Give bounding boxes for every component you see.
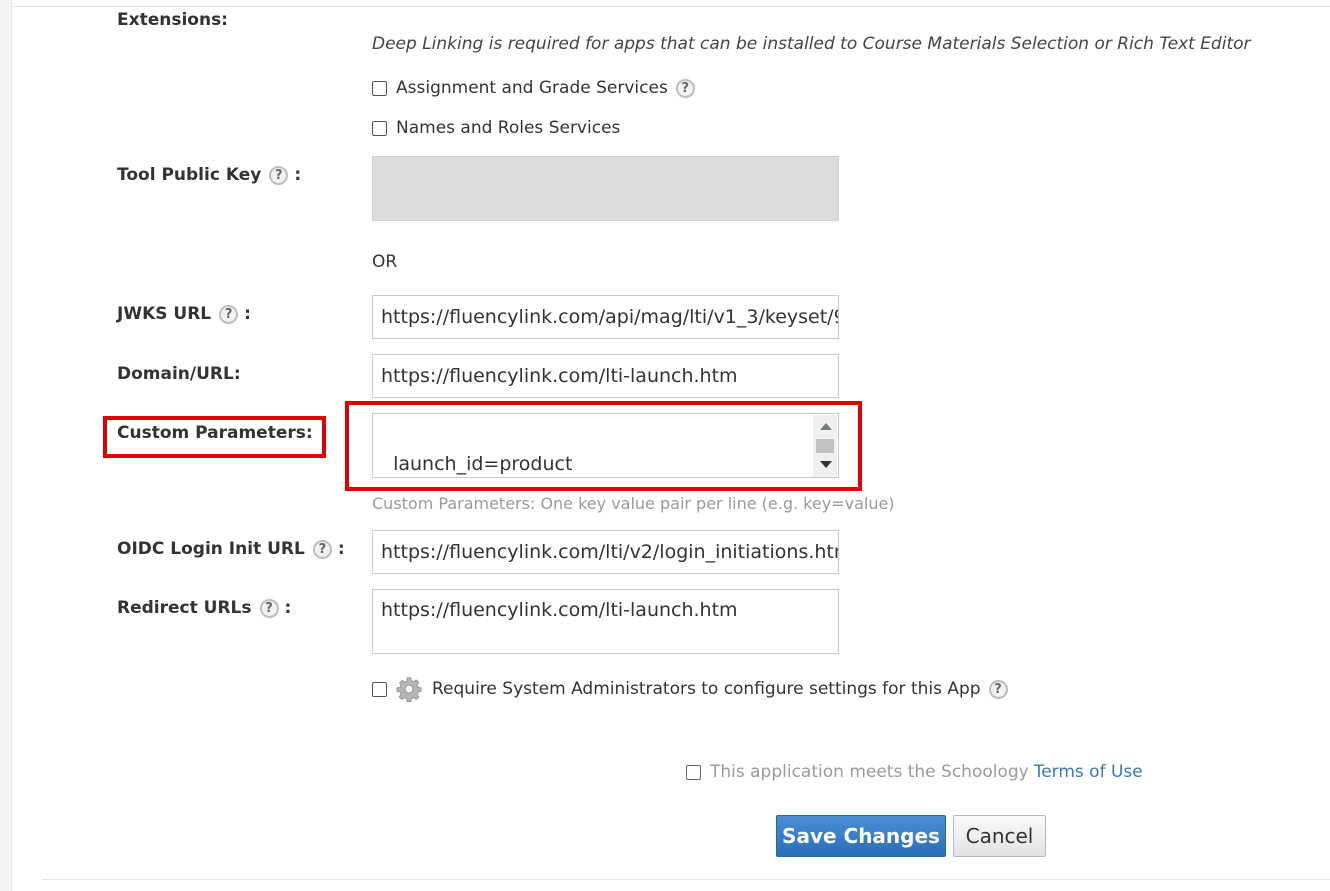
help-icon[interactable]: ? [269, 165, 289, 185]
assignment-grade-services-checkbox[interactable] [372, 80, 387, 96]
names-roles-services-row: Names and Roles Services [372, 118, 620, 138]
custom-parameters-hint: Custom Parameters: One key value pair pe… [372, 494, 895, 513]
domain-url-input[interactable]: https://fluencylink.com/lti-launch.htm [372, 354, 839, 398]
or-separator: OR [372, 252, 398, 272]
require-admin-row: Require System Administrators to configu… [372, 676, 1008, 702]
scroll-down-arrow-icon[interactable] [820, 461, 832, 468]
tool-public-key-label: Tool Public Key ? : [117, 165, 302, 185]
terms-checkbox[interactable] [686, 764, 701, 780]
terms-text: This application meets the Schoology [710, 762, 1029, 782]
require-admin-label: Require System Administrators to configu… [432, 679, 981, 699]
names-roles-services-checkbox[interactable] [372, 120, 387, 136]
oidc-login-init-url-label: OIDC Login Init URL ? : [117, 539, 345, 559]
scroll-up-arrow-icon[interactable] [820, 423, 832, 430]
deep-linking-note: Deep Linking is required for apps that c… [372, 34, 1251, 54]
assignment-grade-services-label: Assignment and Grade Services [396, 78, 668, 98]
assignment-grade-services-row: Assignment and Grade Services ? [372, 78, 695, 98]
help-icon[interactable]: ? [259, 598, 279, 618]
redirect-urls-label: Redirect URLs ? : [117, 598, 292, 618]
help-icon[interactable]: ? [219, 304, 239, 324]
bottom-divider [42, 879, 1330, 880]
top-divider [11, 6, 1330, 7]
help-icon[interactable]: ? [675, 78, 695, 98]
domain-url-label: Domain/URL: [117, 364, 241, 384]
custom-parameters-label: Custom Parameters: [117, 423, 313, 443]
left-rail [0, 0, 12, 891]
oidc-login-init-url-input[interactable]: https://fluencylink.com/lti/v2/login_ini… [372, 530, 839, 574]
cancel-button[interactable]: Cancel [953, 815, 1046, 857]
gear-icon [396, 677, 422, 702]
save-changes-button[interactable]: Save Changes [776, 815, 946, 857]
help-icon[interactable]: ? [988, 679, 1008, 699]
require-admin-checkbox[interactable] [372, 681, 387, 697]
jwks-url-input[interactable]: https://fluencylink.com/api/mag/lti/v1_3… [372, 295, 839, 339]
terms-of-use-link[interactable]: Terms of Use [1034, 762, 1143, 782]
scroll-thumb[interactable] [816, 439, 834, 453]
terms-row: This application meets the Schoology Ter… [686, 762, 1143, 782]
help-icon[interactable]: ? [312, 539, 332, 559]
custom-parameters-textarea[interactable]: launch_id=product launch_code=1709300762… [372, 413, 839, 478]
tool-public-key-textarea[interactable] [372, 156, 839, 221]
extensions-label: Extensions: [117, 10, 228, 30]
custom-parameters-scrollbar[interactable] [813, 415, 837, 477]
names-roles-services-label: Names and Roles Services [396, 118, 621, 138]
jwks-url-label: JWKS URL ? : [117, 304, 251, 324]
redirect-urls-textarea[interactable]: https://fluencylink.com/lti-launch.htm [372, 589, 839, 654]
